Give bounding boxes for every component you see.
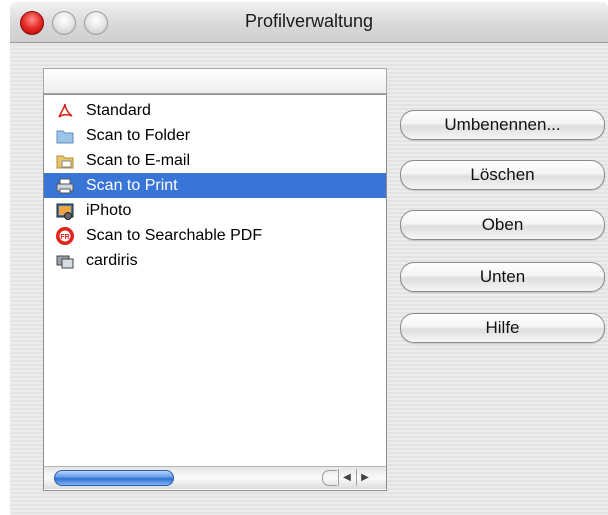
list-item-cardiris[interactable]: cardiris [44,248,386,273]
list-item-scan-to-email[interactable]: Scan to E-mail [44,148,386,173]
rename-button[interactable]: Umbenennen... [400,110,605,140]
folder-icon [55,126,75,146]
list-item-scan-to-searchable-pdf[interactable]: FR Scan to Searchable PDF [44,223,386,248]
acrobat-icon [55,101,75,121]
list-item-label: Scan to Folder [86,126,191,144]
help-button[interactable]: Hilfe [400,313,605,343]
searchable-pdf-icon: FR [55,226,75,246]
list-item-iphoto[interactable]: iPhoto [44,198,386,223]
list-item-scan-to-folder[interactable]: Scan to Folder [44,123,386,148]
list-column-header[interactable] [43,68,387,94]
list-item-label: Scan to Searchable PDF [86,226,263,244]
email-icon [55,151,75,171]
list-item-label: Standard [86,101,151,119]
printer-icon [55,176,75,196]
scroll-right-arrow-icon[interactable]: ▶ [356,469,373,486]
list-item-label: Scan to Print [86,176,178,194]
list-item-label: iPhoto [86,201,132,219]
cardiris-icon [55,251,75,271]
list-item-scan-to-print[interactable]: Scan to Print [44,173,386,198]
move-down-button[interactable]: Unten [400,262,605,292]
title-bar[interactable]: Profilverwaltung [10,2,608,43]
window-title: Profilverwaltung [244,11,374,31]
scroll-thumb[interactable] [54,470,174,486]
delete-button[interactable]: Löschen [400,160,605,190]
list-item-standard[interactable]: Standard [44,98,386,123]
scroll-track-end [322,470,337,486]
svg-text:FR: FR [60,234,69,241]
scroll-left-arrow-icon[interactable]: ◀ [338,469,355,486]
list-item-label: cardiris [86,251,138,269]
iphoto-icon [55,201,75,221]
move-up-button[interactable]: Oben [400,210,605,240]
horizontal-scrollbar[interactable]: ◀ ▶ [44,466,386,489]
profile-manager-window: Profilverwaltung Standard Scan to Folder… [10,2,608,515]
list-item-label: Scan to E-mail [86,151,191,169]
profile-list[interactable]: Standard Scan to Folder Scan to E-mail S… [43,94,387,491]
